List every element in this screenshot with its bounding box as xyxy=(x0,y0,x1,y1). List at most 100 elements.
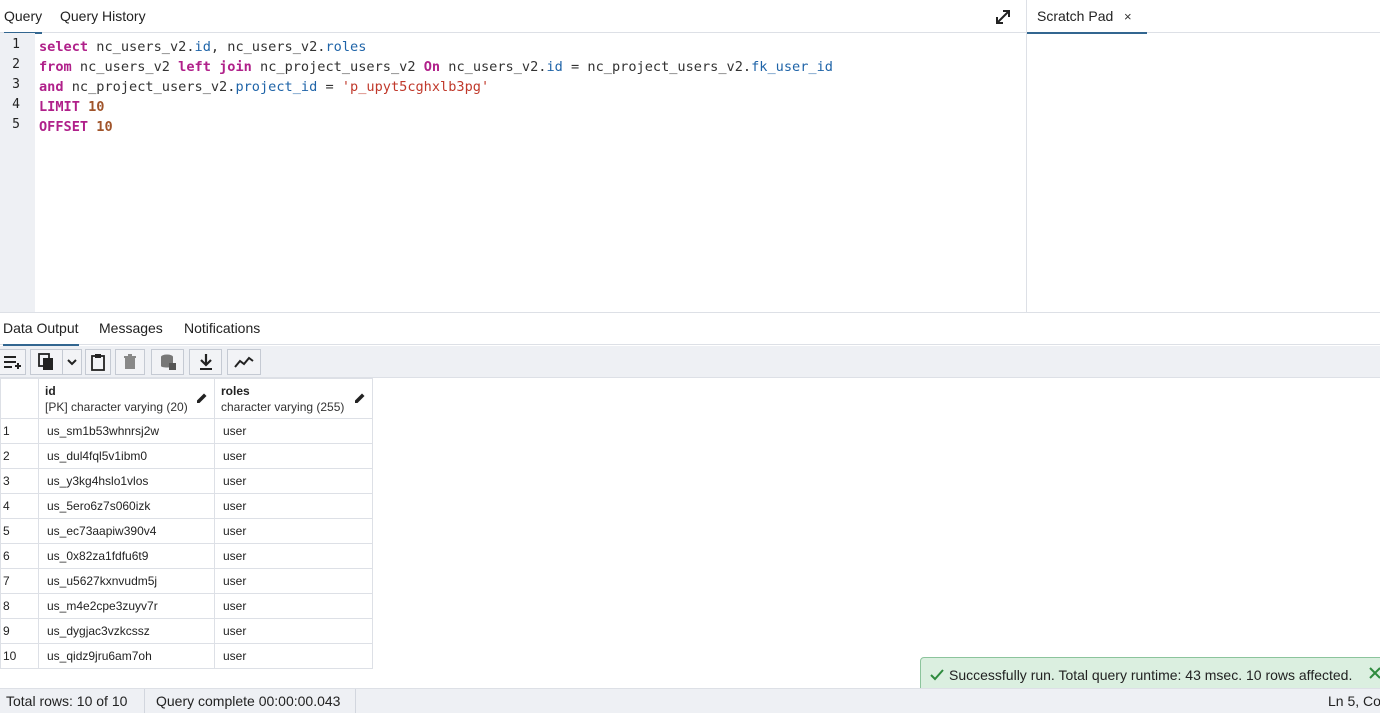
column-ref: project_id xyxy=(235,79,318,95)
line-number: 5 xyxy=(12,117,20,132)
data-output-toolbar xyxy=(0,346,1380,378)
keyword: OFFSET xyxy=(39,119,89,135)
cell-id[interactable]: us_qidz9jru6am7oh xyxy=(38,643,215,669)
identifier: , nc_users_v2. xyxy=(210,39,326,55)
operator: = xyxy=(317,79,342,95)
column-ref: id xyxy=(194,39,211,55)
cell-id[interactable]: us_dul4fql5v1ibm0 xyxy=(38,443,215,469)
column-name: id xyxy=(45,384,56,398)
line-number: 4 xyxy=(12,97,20,112)
pane-divider[interactable] xyxy=(1026,0,1027,313)
code-line: LIMIT 10 xyxy=(39,97,833,117)
expand-icon[interactable] xyxy=(994,8,1012,26)
row-number[interactable]: 10 xyxy=(0,643,39,669)
column-header-roles[interactable]: roles character varying (255) xyxy=(214,378,373,419)
add-row-button[interactable] xyxy=(0,349,26,375)
line-number: 2 xyxy=(12,57,20,72)
table-row[interactable]: 10 us_qidz9jru6am7oh user xyxy=(0,643,373,669)
cursor-position: Ln 5, Co xyxy=(1328,693,1380,709)
pencil-icon[interactable] xyxy=(354,392,366,407)
cell-roles[interactable]: user xyxy=(214,593,373,619)
line-number: 1 xyxy=(12,37,20,52)
keyword: left join xyxy=(178,59,252,75)
tab-messages[interactable]: Messages xyxy=(99,314,163,345)
row-number[interactable]: 3 xyxy=(0,468,39,494)
copy-button[interactable] xyxy=(30,349,82,375)
cell-id[interactable]: us_ec73aapiw390v4 xyxy=(38,518,215,544)
table-row[interactable]: 8 us_m4e2cpe3zuyv7r user xyxy=(0,593,373,619)
table-row[interactable]: 1 us_sm1b53whnrsj2w user xyxy=(0,418,373,444)
row-number-header[interactable] xyxy=(0,378,39,419)
tab-query[interactable]: Query xyxy=(4,0,43,34)
row-number[interactable]: 8 xyxy=(0,593,39,619)
cell-id[interactable]: us_0x82za1fdfu6t9 xyxy=(38,543,215,569)
cell-roles[interactable]: user xyxy=(214,543,373,569)
cell-roles[interactable]: user xyxy=(214,618,373,644)
table-row[interactable]: 2 us_dul4fql5v1ibm0 user xyxy=(0,443,373,469)
tab-query-history[interactable]: Query History xyxy=(60,0,146,33)
column-header-id[interactable]: id [PK] character varying (20) xyxy=(38,378,215,419)
cell-id[interactable]: us_sm1b53whnrsj2w xyxy=(38,418,215,444)
table-row[interactable]: 4 us_5ero6z7s060izk user xyxy=(0,493,373,519)
editor-output-splitter[interactable] xyxy=(0,312,1380,313)
row-number[interactable]: 7 xyxy=(0,568,39,594)
add-row-icon xyxy=(3,354,23,370)
cell-roles[interactable]: user xyxy=(214,493,373,519)
table-row[interactable]: 7 us_u5627kxnvudm5j user xyxy=(0,568,373,594)
download-icon xyxy=(198,353,214,371)
data-grid: id [PK] character varying (20) roles cha… xyxy=(0,378,373,669)
cell-id[interactable]: us_dygjac3vzkcssz xyxy=(38,618,215,644)
cell-id[interactable]: us_m4e2cpe3zuyv7r xyxy=(38,593,215,619)
column-ref: id xyxy=(546,59,563,75)
graph-visualiser-button[interactable] xyxy=(227,349,261,375)
cell-roles[interactable]: user xyxy=(214,443,373,469)
pencil-icon[interactable] xyxy=(196,392,208,407)
row-number[interactable]: 4 xyxy=(0,493,39,519)
row-number[interactable]: 9 xyxy=(0,618,39,644)
scratch-pad-tabs: Scratch Pad × xyxy=(1027,0,1380,34)
table-row[interactable]: 6 us_0x82za1fdfu6t9 user xyxy=(0,543,373,569)
identifier: nc_users_v2. xyxy=(88,39,195,55)
status-divider xyxy=(144,689,145,713)
line-chart-icon xyxy=(234,355,254,369)
save-data-button[interactable] xyxy=(151,349,184,375)
cell-roles[interactable]: user xyxy=(214,418,373,444)
paste-button[interactable] xyxy=(85,349,111,375)
table-row[interactable]: 5 us_ec73aapiw390v4 user xyxy=(0,518,373,544)
table-row[interactable]: 9 us_dygjac3vzkcssz user xyxy=(0,618,373,644)
delete-button[interactable] xyxy=(115,349,145,375)
tab-notifications[interactable]: Notifications xyxy=(184,314,260,345)
row-number[interactable]: 1 xyxy=(0,418,39,444)
download-button[interactable] xyxy=(189,349,222,375)
table-row[interactable]: 3 us_y3kg4hslo1vlos user xyxy=(0,468,373,494)
keyword: and xyxy=(39,79,64,95)
close-icon[interactable]: × xyxy=(1124,0,1132,33)
chevron-down-icon[interactable] xyxy=(66,354,78,370)
number-literal: 10 xyxy=(96,119,113,135)
row-number[interactable]: 2 xyxy=(0,443,39,469)
identifier: = nc_project_users_v2. xyxy=(562,59,752,75)
notification-message: Successfully run. Total query runtime: 4… xyxy=(949,667,1353,683)
keyword: select xyxy=(39,39,89,55)
cell-id[interactable]: us_5ero6z7s060izk xyxy=(38,493,215,519)
database-save-icon xyxy=(159,353,177,371)
cell-roles[interactable]: user xyxy=(214,468,373,494)
tab-data-output[interactable]: Data Output xyxy=(3,314,79,346)
cell-id[interactable]: us_u5627kxnvudm5j xyxy=(38,568,215,594)
tab-scratch-pad[interactable]: Scratch Pad × xyxy=(1027,0,1147,34)
string-literal: 'p_upyt5cghxlb3pg' xyxy=(341,79,490,95)
status-bar: Total rows: 10 of 10 Query complete 00:0… xyxy=(0,688,1380,713)
number-literal: 10 xyxy=(88,99,105,115)
close-icon[interactable] xyxy=(1369,666,1380,683)
sql-editor[interactable]: select nc_users_v2.id, nc_users_v2.roles… xyxy=(39,37,833,137)
cell-roles[interactable]: user xyxy=(214,643,373,669)
cell-roles[interactable]: user xyxy=(214,568,373,594)
scratch-pad-label: Scratch Pad xyxy=(1037,8,1114,24)
row-number[interactable]: 6 xyxy=(0,543,39,569)
cell-roles[interactable]: user xyxy=(214,518,373,544)
cell-id[interactable]: us_y3kg4hslo1vlos xyxy=(38,468,215,494)
code-line: select nc_users_v2.id, nc_users_v2.roles xyxy=(39,37,833,57)
row-number[interactable]: 5 xyxy=(0,518,39,544)
identifier: nc_users_v2. xyxy=(440,59,547,75)
query-status: Query complete 00:00:00.043 xyxy=(156,693,341,709)
